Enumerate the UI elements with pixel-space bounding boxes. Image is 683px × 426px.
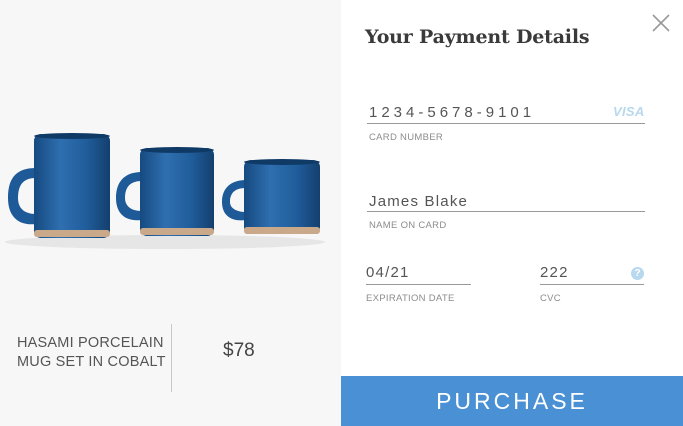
name-on-card-label: NAME ON CARD xyxy=(369,220,447,231)
payment-panel: Your Payment Details 1234-5678-9101 VISA… xyxy=(341,0,683,426)
name-on-card-input[interactable]: James Blake xyxy=(369,193,468,210)
checkout-modal: HASAMI PORCELAIN MUG SET IN COBALT $78 Y… xyxy=(0,0,683,426)
card-number-underline xyxy=(367,123,645,124)
cvc-underline xyxy=(540,284,644,285)
product-image xyxy=(5,133,325,249)
expiration-label: EXPIRATION DATE xyxy=(366,293,455,304)
close-icon[interactable] xyxy=(650,12,672,34)
expiration-underline xyxy=(366,284,471,285)
cvc-label: CVC xyxy=(540,293,561,304)
card-number-input[interactable]: 1234-5678-9101 xyxy=(369,104,535,121)
expiration-input[interactable]: 04/21 xyxy=(366,264,410,281)
help-icon[interactable]: ? xyxy=(631,267,644,280)
card-number-label: CARD NUMBER xyxy=(369,132,444,143)
product-name: HASAMI PORCELAIN MUG SET IN COBALT xyxy=(17,335,166,370)
cvc-input[interactable]: 222 xyxy=(540,264,569,281)
divider xyxy=(171,324,172,392)
name-on-card-underline xyxy=(367,211,645,212)
product-panel: HASAMI PORCELAIN MUG SET IN COBALT $78 xyxy=(0,0,341,426)
page-title: Your Payment Details xyxy=(365,26,590,48)
product-price: $78 xyxy=(223,340,255,361)
purchase-button[interactable]: PURCHASE xyxy=(341,376,683,426)
visa-icon: VISA xyxy=(613,104,645,119)
